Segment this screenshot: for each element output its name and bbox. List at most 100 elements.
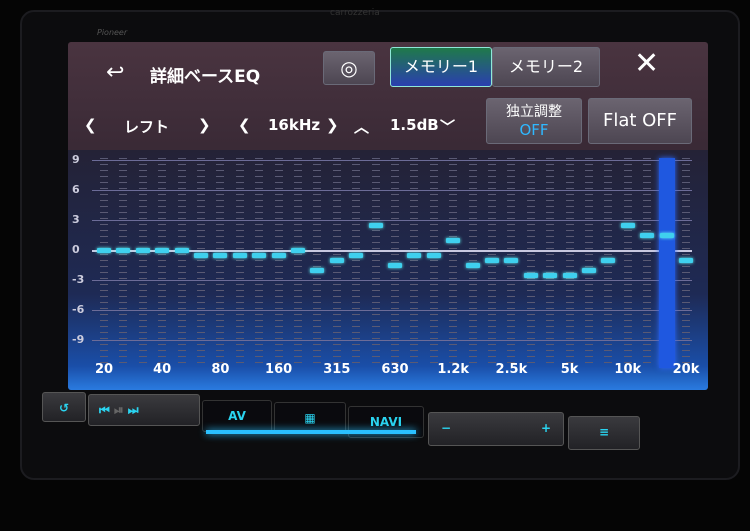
pause-icon[interactable]: ⏯ bbox=[114, 403, 124, 417]
band-level-marker[interactable] bbox=[291, 248, 305, 253]
band-slider-1k[interactable] bbox=[429, 158, 438, 368]
band-level-marker[interactable] bbox=[135, 248, 150, 253]
x-tick-label: 20k bbox=[672, 362, 700, 377]
level-down-icon[interactable]: ﹀ bbox=[440, 116, 455, 137]
track-keys[interactable]: ⏮ ⏯ ⏭ bbox=[88, 394, 200, 426]
independent-value: OFF bbox=[519, 121, 549, 139]
band-slider-20k[interactable] bbox=[682, 158, 690, 368]
next-track-icon[interactable]: ⏭ bbox=[128, 403, 139, 417]
grid-icon: ▦ bbox=[304, 411, 316, 425]
band-level-marker[interactable] bbox=[155, 248, 170, 253]
band-level-marker[interactable] bbox=[349, 253, 364, 258]
band-slider-315[interactable] bbox=[332, 158, 341, 368]
band-slider-12.5k[interactable] bbox=[643, 158, 652, 368]
band-level-marker[interactable] bbox=[485, 258, 499, 263]
band-level-marker[interactable] bbox=[310, 268, 325, 273]
band-level-marker[interactable] bbox=[271, 253, 286, 258]
band-level-marker[interactable] bbox=[543, 273, 558, 278]
band-slider-31.5[interactable] bbox=[138, 158, 147, 368]
band-slider-8k[interactable] bbox=[604, 158, 613, 368]
band-slider-500[interactable] bbox=[371, 158, 380, 368]
menu-key[interactable]: ≡ bbox=[568, 416, 640, 450]
band-level-marker[interactable] bbox=[446, 238, 461, 243]
eq-chart[interactable]: 9 6 3 0 -3 -6 -9 20 40 80 160 315 630 1.2k 2.5k 5k 10k 20… bbox=[68, 150, 708, 390]
band-slider-10k[interactable] bbox=[623, 158, 632, 368]
band-level-marker[interactable] bbox=[659, 233, 674, 238]
band-level-marker[interactable] bbox=[426, 253, 441, 258]
menu-icon: ≡ bbox=[598, 425, 610, 439]
band-level-marker[interactable] bbox=[194, 253, 208, 258]
band-level-marker[interactable] bbox=[388, 263, 402, 268]
band-level-marker[interactable] bbox=[562, 273, 577, 278]
volume-down[interactable]: − bbox=[441, 421, 451, 435]
band-level-marker[interactable] bbox=[640, 233, 655, 238]
link-button[interactable]: ◎ bbox=[323, 51, 375, 85]
band-level-marker[interactable] bbox=[329, 258, 344, 263]
band-level-marker[interactable] bbox=[252, 253, 267, 258]
frequency-value: 16kHz bbox=[268, 116, 321, 134]
band-slider-5k[interactable] bbox=[565, 158, 574, 368]
band-level-marker[interactable] bbox=[601, 258, 616, 263]
band-slider-6.3k[interactable] bbox=[585, 158, 593, 368]
y-tick-label: 9 bbox=[72, 153, 80, 166]
band-slider-63[interactable] bbox=[197, 158, 205, 368]
band-slider-100[interactable] bbox=[235, 158, 244, 368]
band-level-marker[interactable] bbox=[116, 248, 131, 253]
volume-up[interactable]: + bbox=[541, 413, 551, 443]
band-slider-2.5k[interactable] bbox=[507, 158, 516, 368]
x-tick-label: 160 bbox=[265, 362, 293, 377]
link-icon: ◎ bbox=[340, 56, 358, 80]
x-tick-label: 40 bbox=[153, 362, 172, 377]
band-slider-200[interactable] bbox=[294, 158, 302, 368]
av-key[interactable]: AV bbox=[202, 400, 272, 432]
pioneer-logo: Pioneer bbox=[97, 28, 128, 37]
frequency-next-icon[interactable]: ❯ bbox=[326, 116, 339, 134]
tab-memory-2[interactable]: メモリー2 bbox=[492, 47, 600, 87]
band-level-marker[interactable] bbox=[465, 263, 480, 268]
level-up-icon[interactable]: ︿ bbox=[354, 116, 369, 137]
band-level-marker[interactable] bbox=[523, 273, 538, 278]
band-slider-80[interactable] bbox=[216, 158, 225, 368]
volume-keys[interactable]: − + bbox=[428, 412, 564, 446]
close-x-icon[interactable]: ✕ bbox=[634, 46, 659, 81]
tab-memory-1[interactable]: メモリー1 bbox=[390, 47, 492, 87]
band-level-marker[interactable] bbox=[97, 248, 111, 253]
independent-label: 独立調整 bbox=[506, 104, 562, 120]
band-slider-1.25k[interactable] bbox=[449, 158, 458, 368]
back-key[interactable]: ↺ bbox=[42, 392, 86, 422]
band-slider-4k[interactable] bbox=[546, 158, 555, 368]
x-tick-label: 630 bbox=[381, 362, 409, 377]
band-slider-400[interactable] bbox=[352, 158, 361, 368]
channel-next-icon[interactable]: ❯ bbox=[198, 116, 211, 134]
band-level-marker[interactable] bbox=[368, 223, 383, 228]
band-level-marker[interactable] bbox=[582, 268, 596, 273]
band-slider-125[interactable] bbox=[255, 158, 264, 368]
channel-prev-icon[interactable]: ❮ bbox=[84, 116, 97, 134]
band-level-marker[interactable] bbox=[407, 253, 422, 258]
band-level-marker[interactable] bbox=[504, 258, 519, 263]
flat-button[interactable]: Flat OFF bbox=[588, 98, 692, 144]
return-arrow-icon[interactable]: ↩ bbox=[106, 60, 124, 85]
band-slider-25[interactable] bbox=[119, 158, 128, 368]
band-slider-2k[interactable] bbox=[488, 158, 496, 368]
independent-adjust-button[interactable]: 独立調整 OFF bbox=[486, 98, 582, 144]
band-slider-160[interactable] bbox=[274, 158, 283, 368]
band-slider-20[interactable] bbox=[100, 158, 108, 368]
band-slider-800[interactable] bbox=[410, 158, 419, 368]
band-level-marker[interactable] bbox=[174, 248, 189, 253]
band-slider-250[interactable] bbox=[313, 158, 322, 368]
band-level-marker[interactable] bbox=[213, 253, 228, 258]
band-slider-16k[interactable] bbox=[658, 158, 675, 368]
band-slider-40[interactable] bbox=[158, 158, 167, 368]
band-slider-50[interactable] bbox=[177, 158, 186, 368]
band-level-marker[interactable] bbox=[679, 258, 693, 263]
y-tick-label: 3 bbox=[72, 213, 80, 226]
frequency-prev-icon[interactable]: ❮ bbox=[238, 116, 251, 134]
y-tick-label: -3 bbox=[72, 273, 85, 286]
key-glow bbox=[206, 430, 416, 434]
level-value: 1.5dB bbox=[390, 116, 439, 134]
band-level-marker[interactable] bbox=[232, 253, 247, 258]
prev-track-icon[interactable]: ⏮ bbox=[99, 403, 110, 417]
band-slider-3.15k[interactable] bbox=[526, 158, 535, 368]
band-level-marker[interactable] bbox=[620, 223, 635, 228]
